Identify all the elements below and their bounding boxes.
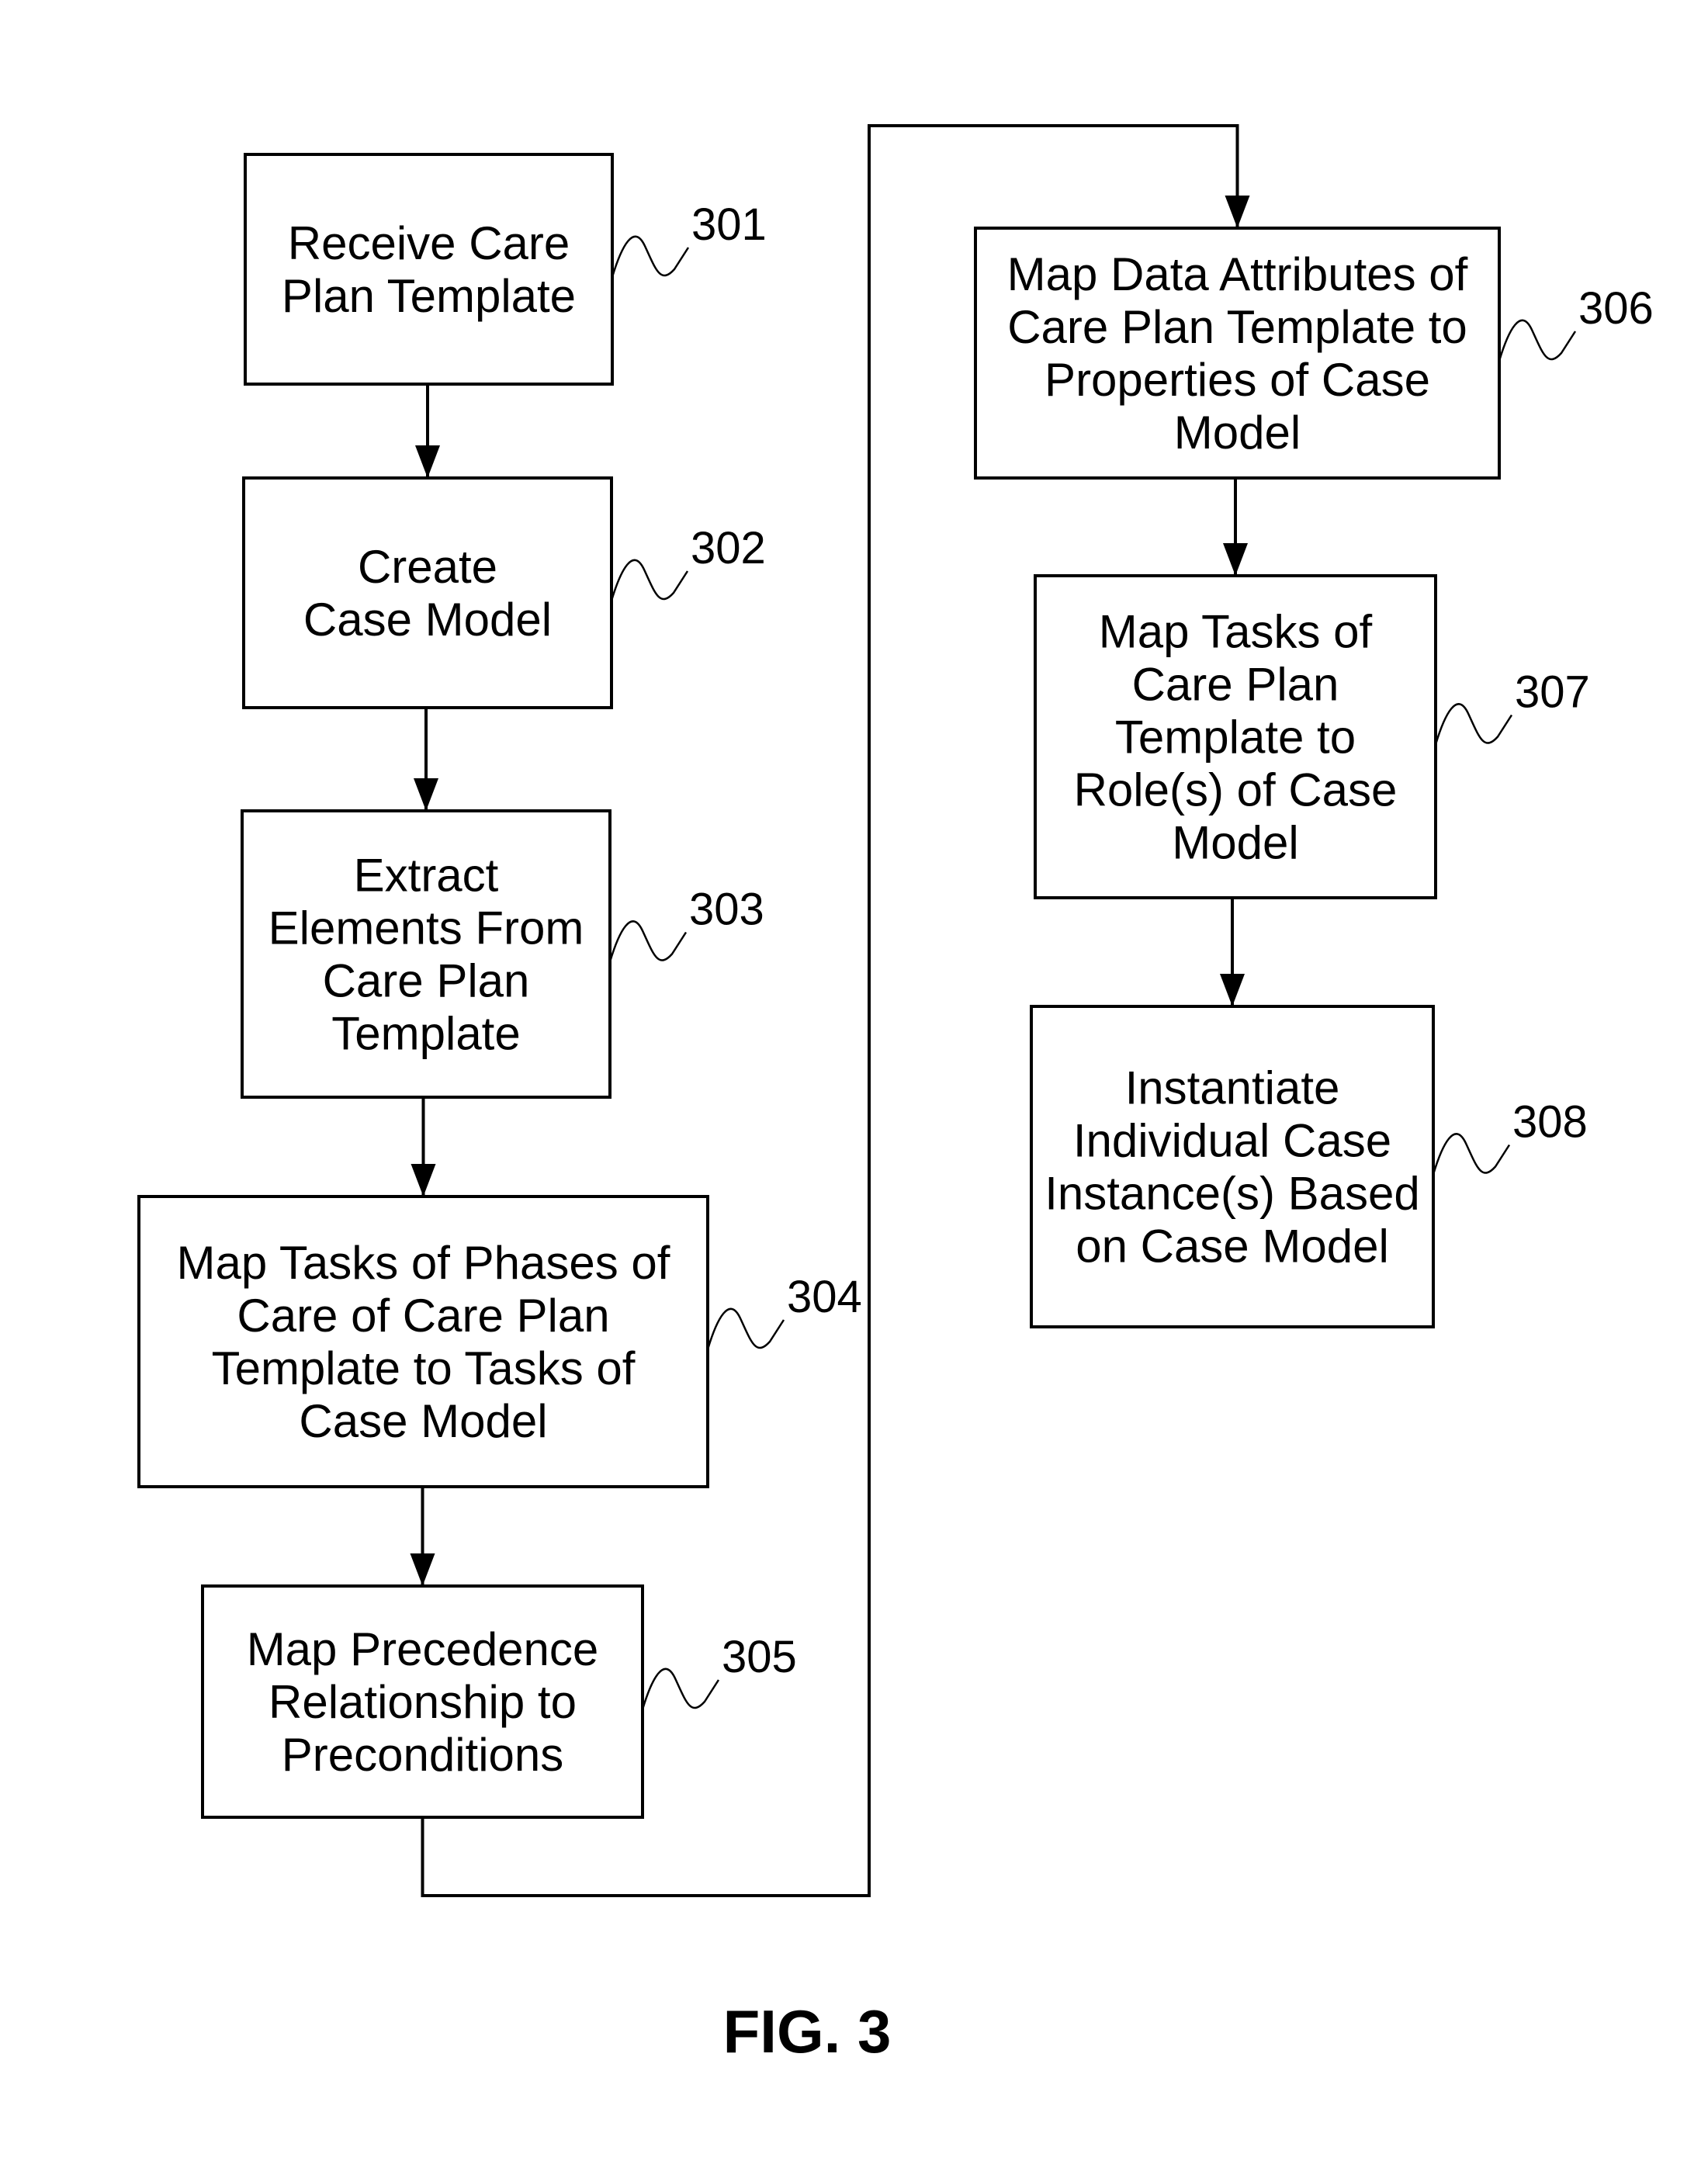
step-303: ExtractElements FromCare PlanTemplate 303 xyxy=(241,809,764,1099)
reference-number: 301 xyxy=(691,199,767,250)
step-text-line: Relationship to xyxy=(268,1676,577,1728)
arrowhead xyxy=(415,445,440,478)
step-306: Map Data Attributes ofCare Plan Template… xyxy=(974,227,1654,480)
step-text-line: Case Model xyxy=(303,594,552,646)
step-text-line: Template xyxy=(331,1008,520,1060)
step-text-line: Map Data Attributes of xyxy=(1007,248,1468,300)
flow-arrow-306-to-307 xyxy=(1223,478,1248,576)
reference-leader xyxy=(1432,1133,1511,1175)
arrowhead xyxy=(410,1553,435,1586)
step-text-line: on Case Model xyxy=(1076,1221,1389,1273)
reference-number: 307 xyxy=(1515,667,1590,718)
step-text-line: Care Plan xyxy=(1132,659,1339,711)
step-text-line: Preconditions xyxy=(282,1729,564,1781)
step-text-line: Care Plan xyxy=(323,955,530,1007)
reference-number: 306 xyxy=(1578,283,1654,334)
flowchart-diagram: Receive CarePlan Template301CreateCase M… xyxy=(137,124,1654,2066)
step-text-line: Model xyxy=(1172,817,1298,869)
arrowhead xyxy=(1223,543,1248,576)
arrowhead xyxy=(414,778,438,811)
step-text-line: Map Tasks of Phases of xyxy=(177,1237,670,1289)
step-text-line: Instance(s) Based xyxy=(1045,1168,1420,1220)
step-302: CreateCase Model 302 xyxy=(242,476,766,709)
flow-arrow-302-to-303 xyxy=(414,708,438,811)
flow-arrow-307-to-308 xyxy=(1220,898,1245,1006)
step-text-line: Care of Care Plan xyxy=(237,1290,609,1342)
reference-number: 302 xyxy=(691,523,766,573)
step-text-line: Individual Case xyxy=(1073,1115,1391,1167)
reference-leader xyxy=(706,1307,785,1350)
reference-leader xyxy=(641,1668,720,1710)
step-text-line: Role(s) of Case xyxy=(1074,764,1398,816)
reference-leader xyxy=(1434,703,1513,745)
step-text-line: Case Model xyxy=(299,1395,547,1447)
step-text-line: Elements From xyxy=(268,902,584,954)
arrowhead xyxy=(1225,196,1250,228)
reference-leader xyxy=(610,559,689,601)
step-box xyxy=(242,476,613,709)
reference-number: 304 xyxy=(787,1272,862,1322)
step-boxes: Receive CarePlan Template301CreateCase M… xyxy=(137,153,1654,1819)
step-304: Map Tasks of Phases ofCare of Care PlanT… xyxy=(137,1195,862,1488)
reference-number: 308 xyxy=(1512,1097,1588,1148)
step-text-line: Map Precedence xyxy=(247,1623,599,1675)
step-308: InstantiateIndividual CaseInstance(s) Ba… xyxy=(1030,1005,1588,1328)
step-305: Map PrecedenceRelationship toPreconditio… xyxy=(201,1584,797,1819)
arrowhead xyxy=(411,1164,436,1197)
step-text-line: Create xyxy=(358,541,497,593)
step-307: Map Tasks ofCare PlanTemplate toRole(s) … xyxy=(1034,574,1590,899)
step-text-line: Model xyxy=(1174,407,1301,459)
step-text-line: Care Plan Template to xyxy=(1007,301,1467,353)
step-text-line: Instantiate xyxy=(1125,1062,1340,1114)
reference-leader xyxy=(1498,319,1577,362)
reference-leader xyxy=(608,920,688,962)
reference-number: 305 xyxy=(722,1632,797,1682)
flow-arrow-304-to-305 xyxy=(410,1487,435,1586)
step-text-line: Template to Tasks of xyxy=(212,1342,636,1394)
reference-number: 303 xyxy=(689,885,764,935)
step-box xyxy=(1030,1005,1435,1328)
flow-arrow-303-to-304 xyxy=(411,1097,436,1197)
figure-label: FIG. 3 xyxy=(723,1997,892,2066)
step-text-line: Properties of Case xyxy=(1045,354,1430,406)
step-text-line: Extract xyxy=(354,850,499,902)
reference-leader xyxy=(611,235,690,278)
step-text-line: Receive Care xyxy=(288,217,570,269)
arrowhead xyxy=(1220,974,1245,1006)
step-text-line: Map Tasks of xyxy=(1099,606,1373,658)
step-text-line: Plan Template xyxy=(282,270,576,322)
step-box xyxy=(244,153,614,386)
step-301: Receive CarePlan Template 301 xyxy=(244,153,767,386)
step-text-line: Template to xyxy=(1115,712,1356,764)
flow-arrow-301-to-302 xyxy=(415,384,440,478)
